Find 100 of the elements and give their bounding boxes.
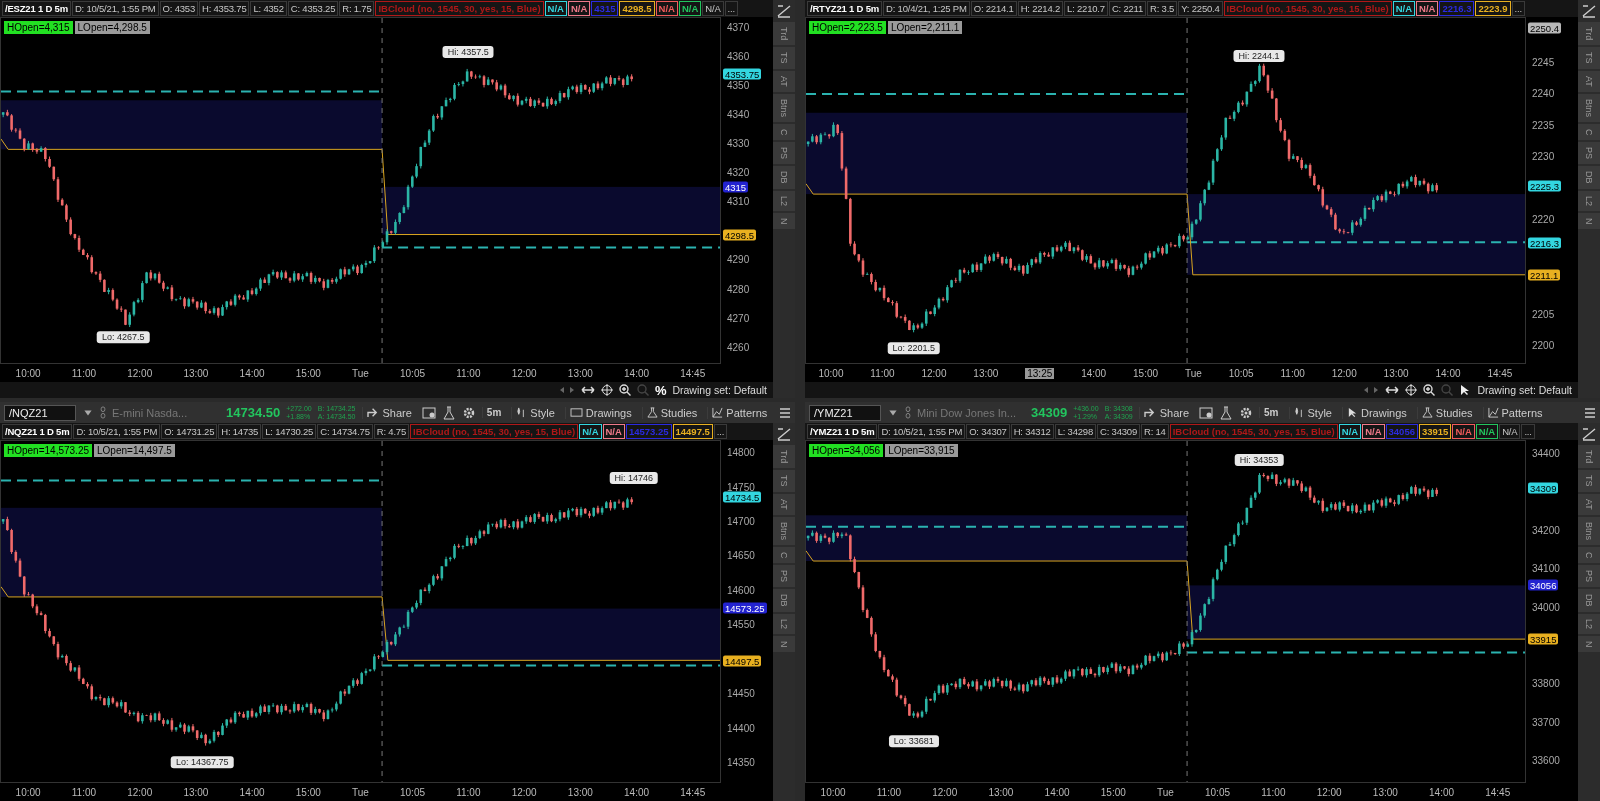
price-marker: 14734.5 bbox=[723, 491, 762, 503]
scroll-bar[interactable]: % Drawing set: Default bbox=[0, 382, 773, 398]
side-tab[interactable]: C bbox=[1578, 546, 1600, 564]
side-tab[interactable]: TS bbox=[1578, 470, 1600, 492]
side-tab[interactable]: PS bbox=[1578, 565, 1600, 588]
side-tab[interactable]: C bbox=[773, 123, 795, 141]
time-tick: 13:00 bbox=[183, 786, 209, 798]
candlestick-chart[interactable]: HOpen=34,056 LOpen=33,915 Hi: 34353 Lo: 33681 bbox=[805, 440, 1526, 783]
info-value: L: 34298 bbox=[1054, 424, 1096, 439]
price-marker: 4315 bbox=[723, 181, 749, 193]
side-tab[interactable]: PS bbox=[773, 565, 795, 588]
info-value: N/A bbox=[1338, 424, 1362, 439]
drawing-tool-icon[interactable] bbox=[1582, 4, 1596, 18]
candlestick-chart[interactable]: HOpen=14,573.25 LOpen=14,497.5 Hi: 14746 Lo: 14367.75 bbox=[0, 440, 721, 783]
time-tick: 13:00 bbox=[1372, 786, 1398, 798]
high-callout: Hi: 2244.1 bbox=[1233, 50, 1285, 63]
price-tick: 2200 bbox=[1532, 339, 1555, 351]
side-tab[interactable]: N bbox=[1578, 635, 1600, 653]
info-value: H: 14735 bbox=[218, 424, 262, 439]
flask-icon[interactable] bbox=[441, 405, 456, 420]
side-tab[interactable]: PS bbox=[773, 142, 795, 165]
side-tab[interactable]: AT bbox=[1578, 493, 1600, 515]
side-tab[interactable]: Btns bbox=[1578, 516, 1600, 545]
time-tick: 14:45 bbox=[680, 367, 706, 379]
toolbar-button[interactable]: Patterns bbox=[707, 406, 772, 419]
menu-icon[interactable] bbox=[779, 407, 791, 418]
scroll-arrows-icon[interactable] bbox=[558, 386, 575, 394]
toolbar-button[interactable]: Studies bbox=[641, 406, 702, 419]
symbol-field[interactable]: /NQZ21 bbox=[4, 404, 76, 421]
time-tick: 14:00 bbox=[239, 786, 265, 798]
side-tab[interactable]: AT bbox=[1578, 70, 1600, 92]
side-tab[interactable]: N bbox=[1578, 212, 1600, 230]
expand-horizontal-icon[interactable] bbox=[1385, 385, 1400, 395]
rectangle-icon bbox=[569, 407, 583, 418]
side-tab[interactable]: Trd bbox=[773, 22, 795, 46]
side-tab[interactable]: C bbox=[1578, 123, 1600, 141]
link-icon[interactable] bbox=[905, 406, 911, 419]
percent-toggle[interactable]: % bbox=[654, 382, 667, 398]
side-tab[interactable]: N bbox=[773, 212, 795, 230]
candlestick-chart[interactable]: HOpen=4,315 LOpen=4,298.5 Hi: 4357.5 Lo: 4267.5 bbox=[0, 17, 721, 364]
side-tab[interactable]: C bbox=[773, 546, 795, 564]
side-tab[interactable]: N bbox=[773, 635, 795, 653]
side-tab[interactable]: Btns bbox=[1578, 93, 1600, 122]
flask-icon bbox=[1421, 407, 1433, 418]
side-tab[interactable]: DB bbox=[1578, 166, 1600, 189]
toolbar-button[interactable]: Drawings bbox=[564, 406, 636, 419]
toolbar-button[interactable]: Drawings bbox=[1341, 406, 1411, 419]
link-icon[interactable] bbox=[100, 406, 106, 419]
crosshair-icon[interactable] bbox=[1405, 384, 1418, 396]
side-tab[interactable]: DB bbox=[1578, 589, 1600, 612]
price-tick: 4290 bbox=[727, 253, 750, 265]
info-value: N/A bbox=[1499, 424, 1521, 439]
side-tab[interactable]: Trd bbox=[1578, 22, 1600, 46]
price-marker: 2250.4 bbox=[1528, 22, 1562, 34]
toolbar-button[interactable]: Patterns bbox=[1482, 406, 1547, 419]
settings-icon[interactable] bbox=[461, 405, 476, 420]
side-tab[interactable]: DB bbox=[773, 589, 795, 612]
info-value: 4298.5 bbox=[619, 1, 655, 16]
side-tab[interactable]: Trd bbox=[773, 445, 795, 469]
scroll-bar[interactable]: Drawing set: Default bbox=[805, 382, 1578, 398]
side-tab[interactable]: AT bbox=[773, 493, 795, 515]
toolbar-button[interactable]: Studies bbox=[1416, 406, 1477, 419]
zoom-in-icon[interactable] bbox=[618, 384, 631, 396]
scroll-arrows-icon[interactable] bbox=[1363, 386, 1380, 394]
side-tab[interactable]: DB bbox=[773, 166, 795, 189]
time-tick: 11:00 bbox=[870, 367, 895, 379]
side-tab[interactable]: L2 bbox=[1578, 190, 1600, 211]
expand-horizontal-icon[interactable] bbox=[580, 385, 595, 395]
flask-icon[interactable] bbox=[1219, 405, 1234, 420]
drawing-set-label[interactable]: Drawing set: Default bbox=[1477, 384, 1572, 396]
toolbar-button[interactable]: 5m bbox=[481, 407, 506, 418]
side-tab[interactable]: Trd bbox=[1578, 445, 1600, 469]
side-tab[interactable]: Btns bbox=[773, 516, 795, 545]
side-tab[interactable]: Btns bbox=[773, 93, 795, 122]
drawing-tool-icon[interactable] bbox=[1582, 427, 1596, 441]
candlestick-chart[interactable]: HOpen=2,223.5 LOpen=2,211.1 Hi: 2244.1 Lo: 2201.5 bbox=[805, 17, 1526, 364]
toolbar-button[interactable]: Share bbox=[361, 406, 416, 419]
toolbar-button[interactable]: 5m bbox=[1259, 407, 1283, 418]
side-tab[interactable]: L2 bbox=[773, 613, 795, 634]
drawing-tool-icon[interactable] bbox=[777, 427, 791, 441]
crosshair-icon[interactable] bbox=[600, 384, 613, 396]
side-tab[interactable]: L2 bbox=[1578, 613, 1600, 634]
drawing-set-label[interactable]: Drawing set: Default bbox=[672, 384, 767, 396]
drawing-tool-icon[interactable] bbox=[777, 4, 791, 18]
symbol-field[interactable]: /YMZ21 bbox=[809, 404, 881, 421]
time-tick: 10:05 bbox=[1228, 367, 1254, 379]
side-tab[interactable]: PS bbox=[1578, 142, 1600, 165]
menu-icon[interactable] bbox=[1584, 407, 1596, 418]
side-tab[interactable]: TS bbox=[773, 470, 795, 492]
info-value: N/A bbox=[678, 1, 702, 16]
time-tick: 12:00 bbox=[932, 786, 958, 798]
zoom-in-icon[interactable] bbox=[1423, 384, 1436, 396]
side-tab[interactable]: TS bbox=[773, 47, 795, 69]
toolbar-button[interactable]: Style bbox=[511, 406, 559, 419]
side-tab[interactable]: L2 bbox=[773, 190, 795, 211]
settings-icon[interactable] bbox=[1239, 405, 1254, 420]
side-tab[interactable]: TS bbox=[1578, 47, 1600, 69]
side-tab[interactable]: AT bbox=[773, 70, 795, 92]
toolbar-button[interactable]: Style bbox=[1288, 406, 1336, 419]
toolbar-button[interactable]: Share bbox=[1138, 406, 1194, 419]
